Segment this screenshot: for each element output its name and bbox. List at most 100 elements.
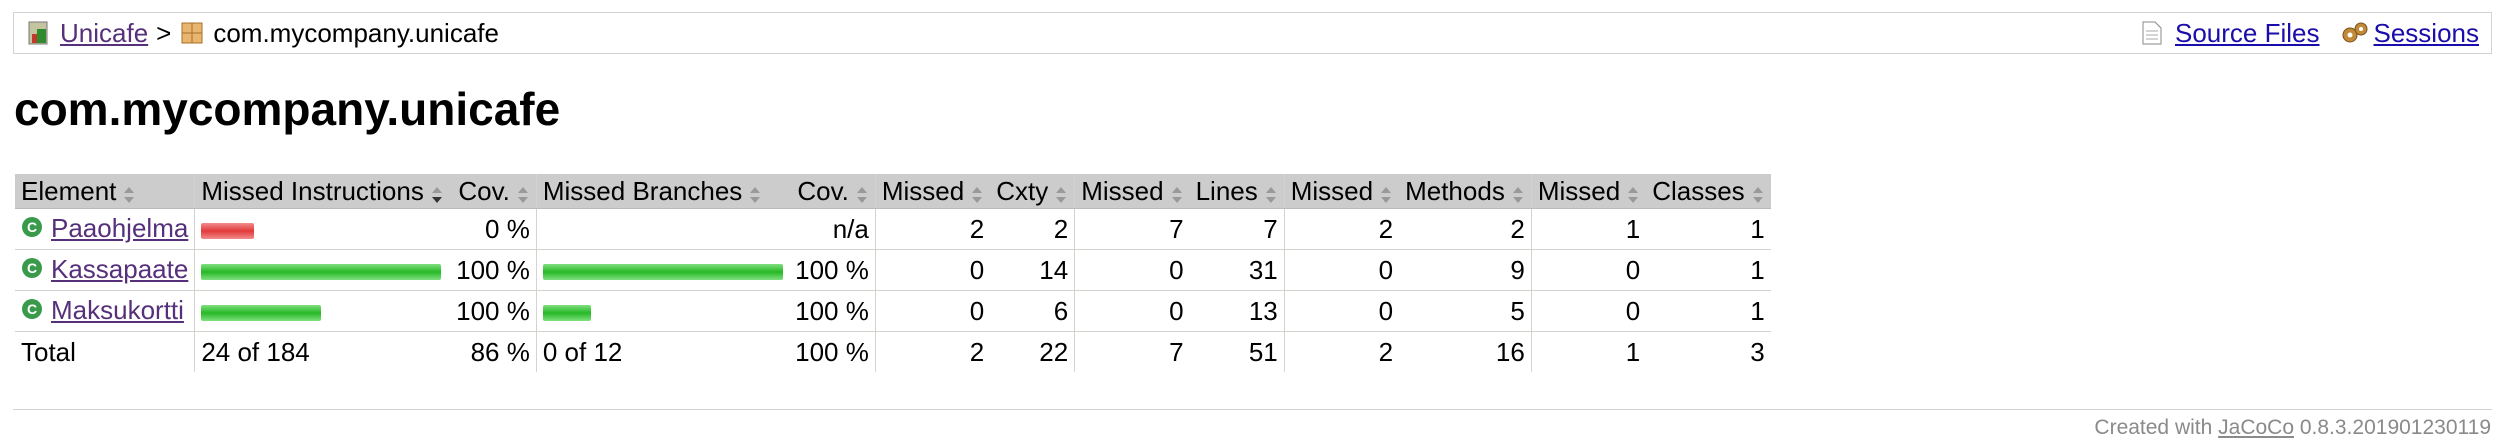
- lines: 13: [1189, 290, 1285, 332]
- footer-version: 0.8.3.201901230119: [2299, 416, 2491, 439]
- table-header-row: Element Missed Instructions Cov. Missed …: [15, 174, 1771, 209]
- report-link[interactable]: Unicafe: [60, 18, 148, 49]
- cxty: 6: [990, 290, 1075, 332]
- header-instructions-cov[interactable]: Cov.: [449, 174, 537, 209]
- instr-cov: 100 %: [449, 249, 537, 291]
- missed-methods: 0: [1283, 290, 1400, 332]
- instructions-bar-cell: [194, 290, 450, 332]
- footer-prefix: Created with: [2094, 416, 2213, 439]
- element-cell: C Maksukortti: [15, 290, 195, 332]
- instr-cov: 0 %: [449, 208, 537, 250]
- total-missed-methods: 2: [1283, 331, 1400, 372]
- sort-icon: [122, 182, 136, 204]
- source-files-link[interactable]: Source Files: [2175, 18, 2320, 49]
- jacoco-link[interactable]: JaCoCo: [2218, 416, 2294, 439]
- instructions-bar-cell: [194, 249, 450, 291]
- classes: 1: [1646, 290, 1771, 332]
- classes: 1: [1646, 208, 1771, 250]
- class-link[interactable]: Maksukortti: [51, 295, 184, 325]
- header-methods[interactable]: Methods: [1399, 174, 1532, 209]
- package-icon: [179, 20, 205, 46]
- header-missed-branches[interactable]: Missed Branches: [535, 174, 789, 209]
- sort-icon: [1751, 182, 1765, 204]
- cxty: 2: [990, 208, 1075, 250]
- header-cxty[interactable]: Cxty: [990, 174, 1075, 209]
- svg-text:C: C: [27, 301, 37, 317]
- class-icon: C: [21, 296, 43, 327]
- methods: 5: [1399, 290, 1532, 332]
- missed-lines: 7: [1074, 208, 1190, 250]
- sort-icon: [1170, 182, 1184, 204]
- covered-bar: [542, 304, 591, 321]
- header-classes[interactable]: Classes: [1646, 174, 1771, 209]
- header-missed-cxty[interactable]: Missed: [874, 174, 991, 209]
- header-missed-methods[interactable]: Missed: [1283, 174, 1400, 209]
- missed-bar: [201, 222, 255, 239]
- total-row: Total 24 of 184 86 % 0 of 12 100 % 2 22 …: [15, 331, 1771, 372]
- covered-bar: [201, 304, 322, 321]
- total-lines: 51: [1248, 336, 1278, 367]
- header-missed-classes[interactable]: Missed: [1530, 174, 1647, 209]
- sort-icon: [748, 182, 762, 204]
- svg-text:C: C: [27, 260, 37, 276]
- table-row: C Kassapaate 100 % 100 % 0 14 0 31 0 9 0…: [15, 249, 1771, 291]
- methods: 9: [1399, 249, 1532, 291]
- class-icon: C: [21, 214, 43, 245]
- footer: Created with JaCoCo 0.8.3.201901230119: [2094, 416, 2491, 440]
- sessions-icon: [2340, 20, 2367, 46]
- header-element[interactable]: Element: [15, 174, 195, 209]
- sort-icon: [1379, 182, 1393, 204]
- sort-icon: [516, 182, 530, 204]
- branch-cov: 100 %: [788, 249, 876, 291]
- branches-bar-cell: [535, 290, 789, 332]
- total-branches: 0 of 12: [535, 331, 789, 372]
- missed-classes: 0: [1530, 290, 1647, 332]
- sessions-link[interactable]: Sessions: [2374, 18, 2480, 49]
- sort-icon: [1626, 182, 1640, 204]
- element-cell: C Paaohjelma: [15, 208, 195, 250]
- breadcrumb: Unicafe > com.mycompany.unicafe Source F…: [13, 12, 2492, 54]
- breadcrumb-separator: >: [156, 17, 172, 48]
- missed-classes: 1: [1530, 208, 1647, 250]
- table-row: C Maksukortti 100 % 100 % 0 6 0 13 0 5 0…: [15, 290, 1771, 332]
- sort-desc-icon: [430, 182, 444, 204]
- class-link[interactable]: Kassapaate: [51, 254, 188, 284]
- covered-bar: [201, 263, 442, 280]
- instructions-bar-cell: [194, 208, 450, 250]
- branch-cov: n/a: [788, 208, 876, 250]
- total-methods: 16: [1495, 336, 1525, 367]
- branches-bar-cell: [535, 249, 789, 291]
- lines: 31: [1189, 249, 1285, 291]
- class-link[interactable]: Paaohjelma: [51, 213, 188, 243]
- sort-icon: [970, 182, 984, 204]
- total-missed-classes: 1: [1530, 331, 1647, 372]
- report-icon: [26, 20, 52, 46]
- sort-icon: [1264, 182, 1278, 204]
- cxty: 14: [990, 249, 1075, 291]
- missed-cxty: 0: [874, 249, 991, 291]
- classes: 1: [1646, 249, 1771, 291]
- header-lines[interactable]: Lines: [1189, 174, 1285, 209]
- covered-bar: [542, 263, 783, 280]
- missed-cxty: 0: [874, 290, 991, 332]
- svg-text:C: C: [27, 219, 37, 235]
- total-missed-cxty: 2: [874, 331, 991, 372]
- header-missed-lines[interactable]: Missed: [1074, 174, 1190, 209]
- instr-cov: 100 %: [449, 290, 537, 332]
- missed-lines: 0: [1074, 290, 1190, 332]
- missed-classes: 0: [1530, 249, 1647, 291]
- total-missed-lines: 7: [1074, 331, 1190, 372]
- missed-methods: 2: [1283, 208, 1400, 250]
- branch-cov: 100 %: [788, 290, 876, 332]
- source-files-icon: [2141, 20, 2167, 46]
- header-branches-cov[interactable]: Cov.: [788, 174, 876, 209]
- total-classes: 3: [1750, 336, 1765, 367]
- package-name: com.mycompany.unicafe: [213, 17, 499, 48]
- header-missed-instructions[interactable]: Missed Instructions: [194, 174, 450, 209]
- sort-icon: [855, 182, 869, 204]
- sort-icon: [1054, 182, 1068, 204]
- class-icon: C: [21, 255, 43, 286]
- lines: 7: [1189, 208, 1285, 250]
- footer-divider: [13, 409, 2492, 410]
- missed-lines: 0: [1074, 249, 1190, 291]
